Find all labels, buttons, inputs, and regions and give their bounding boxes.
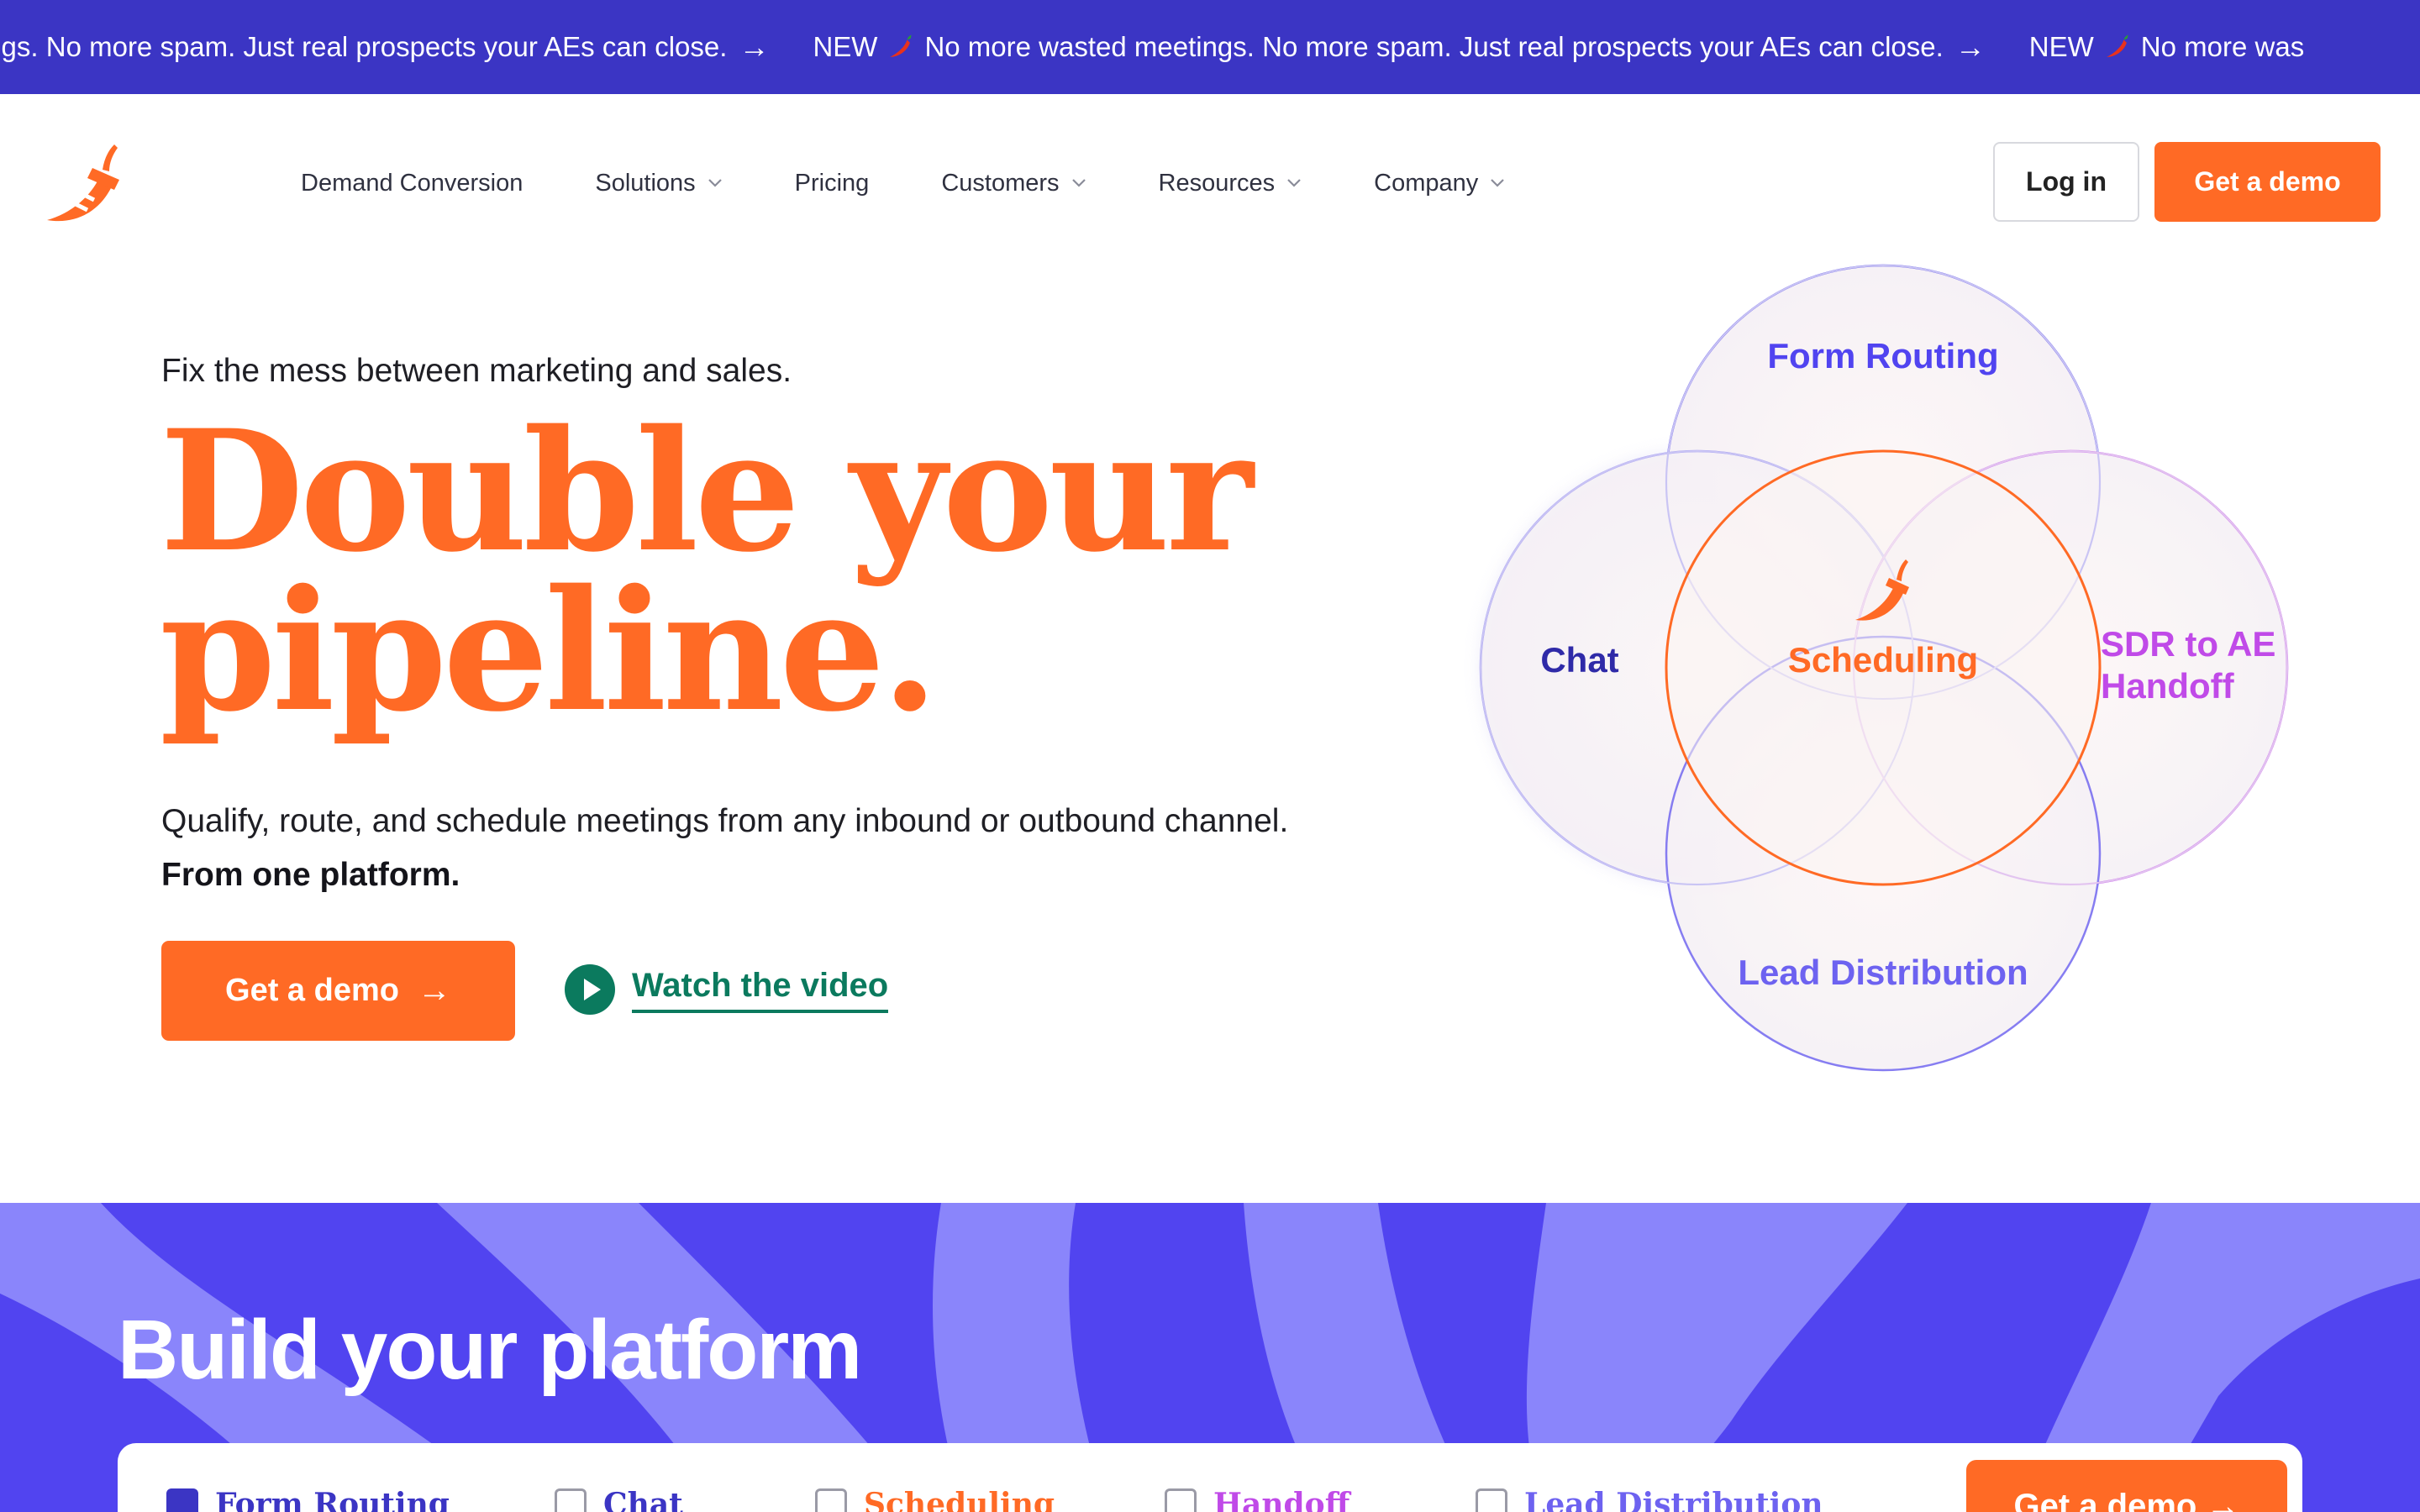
arrow-right-icon: → bbox=[739, 29, 770, 64]
chili-pepper-icon bbox=[2106, 34, 2128, 57]
option-label: Chat bbox=[603, 1487, 683, 1512]
nav-label: Pricing bbox=[794, 169, 870, 197]
chevron-down-icon bbox=[1071, 179, 1086, 187]
banner-track: eetings. No more spam. Just real prospec… bbox=[0, 0, 2348, 94]
platform-title: Build your platform bbox=[118, 1303, 862, 1397]
cta-label: Get a demo bbox=[225, 973, 399, 1008]
chevron-down-icon bbox=[708, 179, 722, 187]
option-label: Handoff bbox=[1213, 1487, 1350, 1512]
nav-label: Solutions bbox=[595, 169, 696, 197]
new-badge: NEW bbox=[2028, 31, 2094, 62]
checkbox-icon[interactable] bbox=[1165, 1488, 1197, 1512]
checkbox-icon[interactable] bbox=[166, 1488, 198, 1512]
headline-line-2: pipeline. bbox=[160, 553, 939, 748]
watch-video-link[interactable]: Watch the video bbox=[565, 964, 889, 1015]
build-platform-section: Build your platform Form Routing Chat Sc… bbox=[0, 1203, 2420, 1512]
option-lead-distribution[interactable]: Lead Distribution bbox=[1476, 1487, 1823, 1512]
checkbox-icon[interactable] bbox=[815, 1488, 847, 1512]
hero-subheading: Qualify, route, and schedule meetings fr… bbox=[161, 795, 1304, 902]
nav-label: Company bbox=[1374, 169, 1479, 197]
banner-text: No more wasted meetings. No more spam. J… bbox=[924, 31, 1944, 62]
option-scheduling[interactable]: Scheduling bbox=[815, 1487, 1055, 1512]
hero-sub-bold: From one platform. bbox=[161, 857, 460, 893]
feature-venn-diagram: Form Routing Chat Scheduling SDR to AE H… bbox=[1445, 244, 2370, 1092]
option-chat[interactable]: Chat bbox=[555, 1487, 683, 1512]
chili-pepper-icon bbox=[890, 34, 913, 57]
platform-builder-card: Form Routing Chat Scheduling Handoff Lea… bbox=[118, 1443, 2302, 1512]
get-demo-button[interactable]: Get a demo bbox=[2154, 142, 2381, 222]
option-label: Lead Distribution bbox=[1524, 1487, 1823, 1512]
nav-links: Demand Conversion Solutions Pricing Cust… bbox=[301, 166, 1577, 200]
hero-sub-text: Qualify, route, and schedule meetings fr… bbox=[161, 803, 1289, 839]
play-icon bbox=[565, 964, 615, 1015]
nav-pricing[interactable]: Pricing bbox=[795, 170, 870, 197]
banner-segment[interactable]: eetings. No more spam. Just real prospec… bbox=[0, 29, 769, 65]
announcement-banner[interactable]: eetings. No more spam. Just real prospec… bbox=[0, 0, 2420, 94]
hero-headline: Double your pipeline. bbox=[160, 408, 1254, 734]
hero-get-demo-button[interactable]: Get a demo → bbox=[161, 941, 515, 1041]
login-button[interactable]: Log in bbox=[1993, 142, 2139, 222]
nav-label: Demand Conversion bbox=[301, 169, 523, 197]
venn-handoff: SDR to AE Handoff bbox=[2101, 623, 2353, 707]
nav-company[interactable]: Company bbox=[1374, 170, 1505, 197]
checkbox-icon[interactable] bbox=[555, 1488, 587, 1512]
hero-eyebrow: Fix the mess between marketing and sales… bbox=[161, 353, 792, 389]
option-label: Scheduling bbox=[864, 1487, 1055, 1512]
nav-label: Resources bbox=[1158, 169, 1276, 197]
builder-get-demo-button[interactable]: Get a demo → bbox=[1966, 1460, 2287, 1512]
chevron-down-icon bbox=[1287, 179, 1301, 187]
arrow-right-icon: → bbox=[417, 972, 451, 1009]
nav-resources[interactable]: Resources bbox=[1159, 170, 1302, 197]
chevron-down-icon bbox=[1491, 179, 1505, 187]
banner-segment[interactable]: NEW No more wasted meetings. No more spa… bbox=[813, 29, 1985, 65]
venn-chat: Chat bbox=[1540, 640, 1619, 680]
banner-text: No more was bbox=[2140, 31, 2305, 62]
option-handoff[interactable]: Handoff bbox=[1165, 1487, 1349, 1512]
option-label: Form Routing bbox=[215, 1487, 450, 1512]
banner-segment[interactable]: NEW No more was bbox=[2029, 31, 2304, 63]
chili-logo-icon[interactable] bbox=[44, 134, 123, 227]
arrow-right-icon: → bbox=[1954, 29, 1986, 64]
nav-customers[interactable]: Customers bbox=[941, 170, 1086, 197]
nav-label: Customers bbox=[941, 169, 1060, 197]
new-badge: NEW bbox=[813, 31, 878, 62]
venn-handoff-line-2: Handoff bbox=[2101, 666, 2234, 706]
venn-scheduling: Scheduling bbox=[1787, 640, 1979, 680]
venn-handoff-line-1: SDR to AE bbox=[2101, 624, 2276, 664]
nav-solutions[interactable]: Solutions bbox=[595, 170, 722, 197]
venn-form-routing: Form Routing bbox=[1767, 336, 1999, 375]
banner-text: eetings. No more spam. Just real prospec… bbox=[0, 31, 728, 62]
nav-demand-conversion[interactable]: Demand Conversion bbox=[301, 170, 523, 197]
option-form-routing[interactable]: Form Routing bbox=[166, 1487, 450, 1512]
checkbox-icon[interactable] bbox=[1476, 1488, 1507, 1512]
watch-video-label: Watch the video bbox=[632, 967, 889, 1013]
venn-lead-distribution: Lead Distribution bbox=[1738, 953, 2028, 992]
